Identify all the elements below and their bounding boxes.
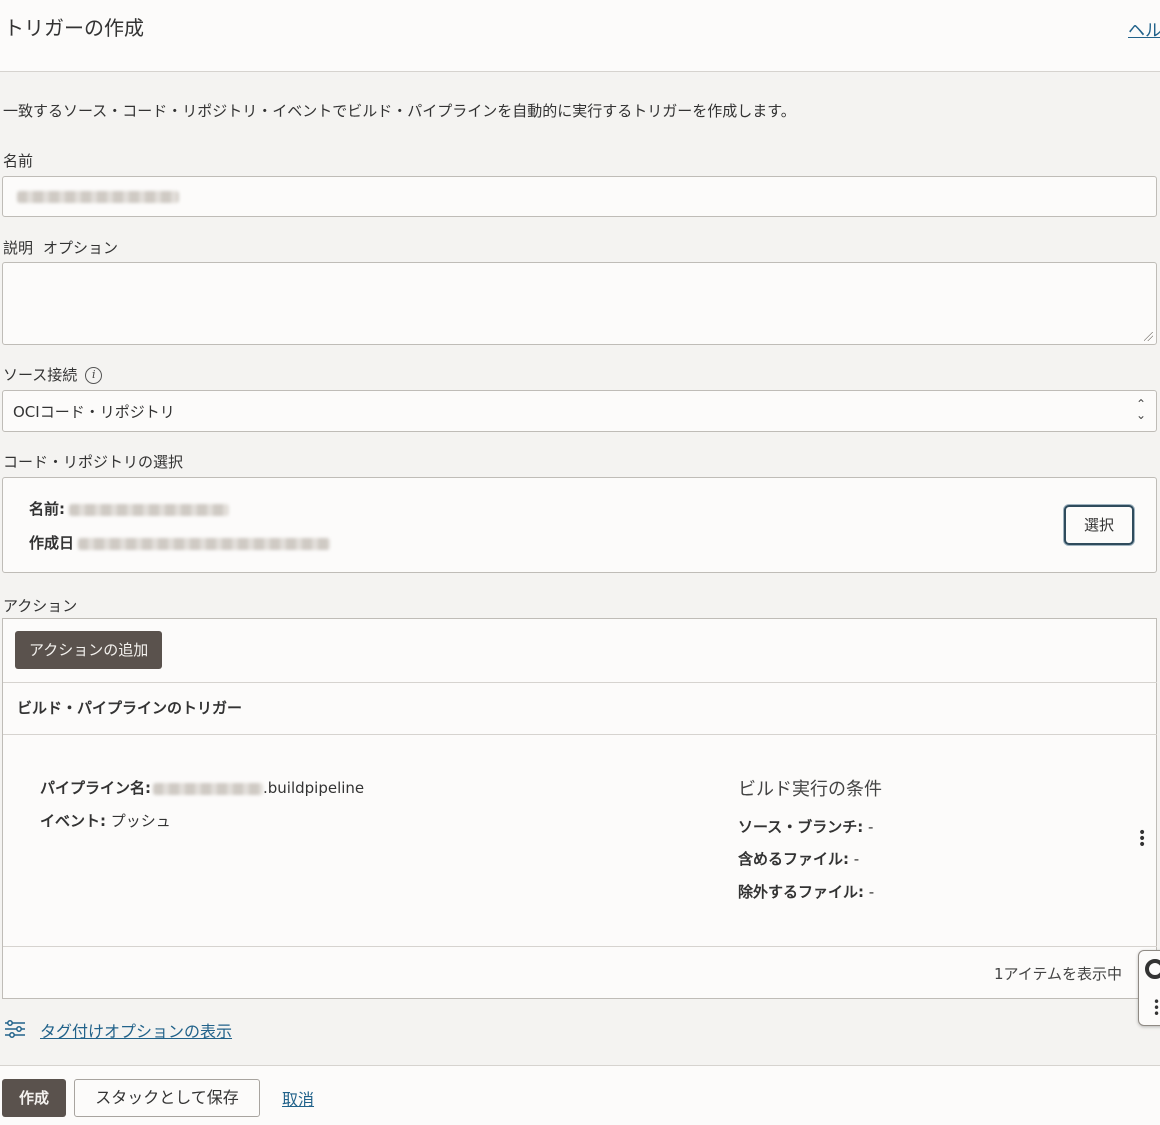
help-widget[interactable]: • • • — [1138, 950, 1160, 1026]
cancel-link[interactable]: 取消 — [282, 1086, 314, 1110]
tagging-options-link[interactable]: タグ付けオプションの表示 — [40, 1018, 232, 1042]
items-count: 1アイテムを表示中 — [994, 965, 1123, 983]
conditions-title: ビルド実行の条件 — [738, 779, 882, 800]
exclude-files-row: 除外するファイル: - — [738, 883, 875, 901]
kebab-menu-icon[interactable]: • • • — [1138, 826, 1146, 852]
pipeline-name-redacted — [153, 782, 263, 795]
help-link[interactable]: ヘルプ — [1128, 16, 1160, 41]
divider — [3, 946, 1157, 947]
actions-panel — [2, 618, 1157, 999]
select-repo-button[interactable]: 選択 — [1064, 505, 1134, 545]
repo-created-row: 作成日 — [29, 532, 331, 553]
repo-select-label: コード・リポジトリの選択 — [3, 453, 184, 471]
create-button[interactable]: 作成 — [2, 1079, 66, 1117]
resize-grip-icon[interactable] — [1144, 332, 1153, 341]
save-as-stack-button[interactable]: スタックとして保存 — [74, 1079, 260, 1117]
repo-created-redacted — [78, 537, 331, 550]
form-description: 一致するソース・コード・リポジトリ・イベントでビルド・パイプラインを自動的に実行… — [3, 102, 796, 120]
tag-options-icon — [5, 1020, 25, 1038]
trigger-card-title: ビルド・パイプラインのトリガー — [17, 699, 243, 717]
source-connection-value: OCIコード・リポジトリ — [13, 403, 175, 421]
divider — [3, 682, 1157, 683]
page-header: トリガーの作成 ヘルプ — [0, 0, 1160, 72]
repo-selection-box: 名前: 作成日 — [2, 477, 1157, 573]
include-files-row: 含めるファイル: - — [738, 850, 860, 868]
source-branch-row: ソース・ブランチ: - — [738, 818, 874, 836]
event-row: イベント: プッシュ — [40, 812, 171, 830]
help-ring-icon[interactable] — [1145, 959, 1160, 979]
name-input[interactable] — [2, 176, 1157, 217]
actions-label: アクション — [3, 597, 78, 615]
info-icon[interactable]: i — [85, 367, 103, 384]
source-connection-label: ソース接続 i — [3, 364, 103, 385]
page-title: トリガーの作成 — [4, 16, 144, 40]
repo-name-redacted — [69, 503, 229, 516]
widget-dots-icon[interactable]: • • • — [1153, 996, 1160, 1020]
add-action-button[interactable]: アクションの追加 — [15, 631, 163, 669]
sort-arrows-icon: ⌃ ⌄ — [1135, 397, 1146, 422]
source-connection-select[interactable]: OCIコード・リポジトリ ⌃ ⌄ — [2, 390, 1157, 432]
pipeline-name-row: パイプライン名: .buildpipeline — [40, 779, 365, 797]
optional-label: オプション — [43, 239, 119, 257]
description-textarea[interactable] — [2, 262, 1157, 345]
description-label: 説明 オプション — [3, 239, 119, 257]
divider — [3, 734, 1157, 735]
repo-name-row: 名前: — [29, 498, 229, 519]
name-label: 名前 — [3, 152, 34, 170]
name-value-redacted — [17, 191, 179, 203]
